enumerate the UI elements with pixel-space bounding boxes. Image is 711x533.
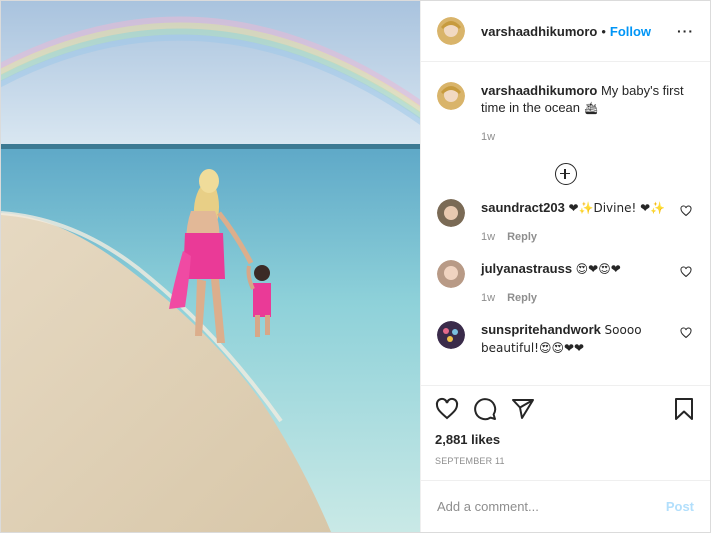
comment-time[interactable]: 1w <box>481 290 495 307</box>
comment-icon[interactable] <box>473 397 497 421</box>
caption-emoji: 🛳 <box>583 101 599 115</box>
bookmark-icon[interactable] <box>672 397 696 421</box>
comment-text: ❤✨Divine! ❤✨ <box>568 201 666 215</box>
beach-photo <box>1 1 420 532</box>
post-image[interactable] <box>1 1 420 532</box>
comment-avatar[interactable] <box>437 260 465 288</box>
reply-button[interactable]: Reply <box>507 290 537 307</box>
author-username[interactable]: varshaadhikumoro <box>481 24 597 39</box>
caption-avatar[interactable] <box>437 82 465 110</box>
caption-body: varshaadhikumoro My baby's first time in… <box>481 82 694 146</box>
comment-item: sunspritehandwork Soooo beautiful!😍😍❤❤ <box>437 321 694 357</box>
reply-button[interactable]: Reply <box>507 229 537 246</box>
add-comment-bar: Post <box>421 480 710 532</box>
post-side-panel: varshaadhikumoro • Follow ··· varshaadhi… <box>420 1 710 532</box>
comments-list: varshaadhikumoro My baby's first time in… <box>421 62 710 385</box>
load-more-comments[interactable] <box>437 163 694 185</box>
comment-item: julyanastrauss 😍❤😍❤ 1w Reply <box>437 260 694 307</box>
share-icon[interactable] <box>511 397 535 421</box>
author-avatar[interactable] <box>437 17 465 45</box>
post-comment-button[interactable]: Post <box>666 499 694 514</box>
caption-time[interactable]: 1w <box>481 129 495 146</box>
post-date[interactable]: SEPTEMBER 11 <box>435 456 696 466</box>
caption-username[interactable]: varshaadhikumoro <box>481 83 597 98</box>
comment-time[interactable]: 1w <box>481 229 495 246</box>
comment-text: 😍❤😍❤ <box>575 262 621 276</box>
comment-heart-icon[interactable] <box>680 205 692 217</box>
post-header: varshaadhikumoro • Follow ··· <box>421 1 710 62</box>
more-options-icon[interactable]: ··· <box>677 23 694 39</box>
post-caption: varshaadhikumoro My baby's first time in… <box>437 82 694 146</box>
comment-input[interactable] <box>437 499 666 514</box>
comment-heart-icon[interactable] <box>680 266 692 278</box>
post-dialog: varshaadhikumoro • Follow ··· varshaadhi… <box>0 0 711 533</box>
comment-username[interactable]: sunspritehandwork <box>481 322 601 337</box>
comment-avatar[interactable] <box>437 199 465 227</box>
comment-username[interactable]: saundract203 <box>481 200 565 215</box>
plus-circle-icon[interactable] <box>554 163 577 185</box>
comment-item: saundract203 ❤✨Divine! ❤✨ 1w Reply <box>437 199 694 246</box>
heart-icon[interactable] <box>435 397 459 421</box>
comment-avatar[interactable] <box>437 321 465 349</box>
separator-dot: • <box>601 23 606 39</box>
comment-username[interactable]: julyanastrauss <box>481 261 572 276</box>
comment-heart-icon[interactable] <box>680 327 692 339</box>
likes-count[interactable]: 2,881 likes <box>435 432 696 447</box>
post-actions: 2,881 likes SEPTEMBER 11 <box>421 385 710 480</box>
follow-button[interactable]: Follow <box>610 24 651 39</box>
